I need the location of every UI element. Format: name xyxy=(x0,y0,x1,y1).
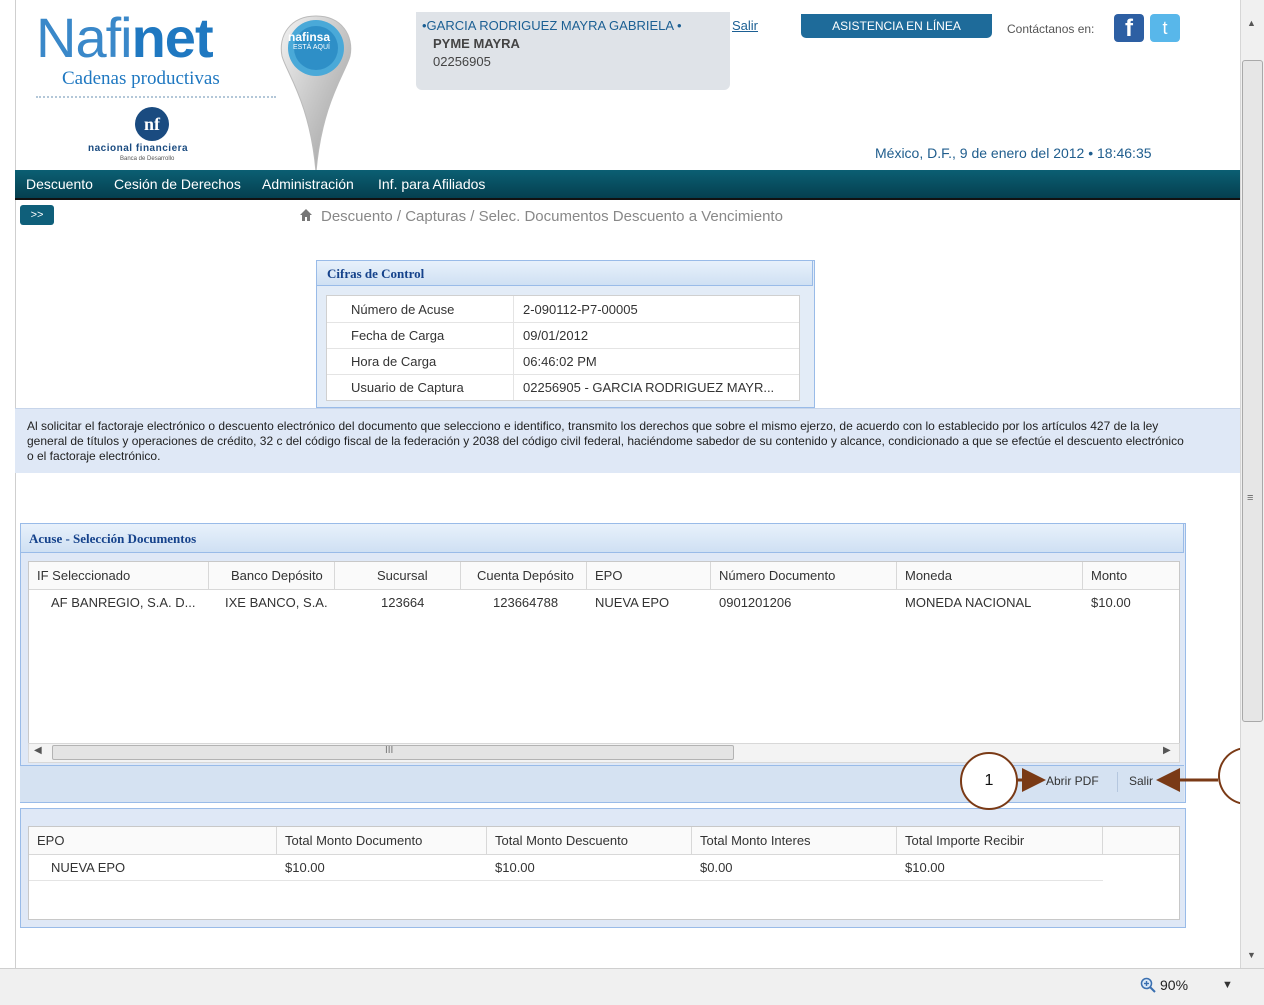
column-header[interactable]: Monto xyxy=(1083,562,1179,590)
scroll-right-icon[interactable]: ▶ xyxy=(1163,745,1171,756)
cifras-row: Hora de Carga 06:46:02 PM xyxy=(327,348,799,375)
scroll-left-icon[interactable]: ◀ xyxy=(34,745,42,756)
scroll-grip: III xyxy=(385,745,394,756)
callout-1: 1 xyxy=(960,752,1018,810)
cifras-label: Hora de Carga xyxy=(351,354,437,369)
column-header[interactable]: Moneda xyxy=(897,562,1083,590)
table-cell: MONEDA NACIONAL xyxy=(905,595,1032,610)
column-header-empty xyxy=(1103,827,1179,855)
breadcrumb: Descuento / Capturas / Selec. Documentos… xyxy=(321,208,783,225)
nav-item-descuento[interactable]: Descuento xyxy=(26,176,93,192)
column-header[interactable]: Cuenta Depósito xyxy=(461,562,587,590)
cifras-label: Número de Acuse xyxy=(351,302,455,317)
nafin-tagline: Banca de Desarrollo xyxy=(120,156,175,162)
cifras-label: Fecha de Carga xyxy=(351,328,445,343)
table-cell: 123664 xyxy=(381,595,425,610)
table-cell: IXE BANCO, S.A. xyxy=(225,595,328,610)
table-cell: $10.00 xyxy=(487,855,692,881)
table-cell: 0901201206 xyxy=(719,595,792,610)
svg-text:nf: nf xyxy=(144,114,161,134)
nav-item-administracion[interactable]: Administración xyxy=(262,176,354,192)
table-cell: AF BANREGIO, S.A. D... xyxy=(51,595,196,610)
pin-sublabel: ESTÁ AQUÍ xyxy=(293,44,330,51)
column-header[interactable]: EPO xyxy=(29,827,277,855)
exit-button[interactable]: Salir xyxy=(1129,774,1153,788)
scroll-down-icon[interactable]: ▼ xyxy=(1247,950,1256,960)
nav-item-inf-afiliados[interactable]: Inf. para Afiliados xyxy=(378,176,485,192)
scroll-up-icon[interactable]: ▲ xyxy=(1247,18,1256,28)
status-bar xyxy=(0,968,1264,1005)
nafin-logo-icon: nf xyxy=(135,107,169,141)
user-company: PYME MAYRA xyxy=(433,36,520,51)
column-header[interactable]: Sucursal xyxy=(335,562,461,590)
zoom-dropdown-icon[interactable]: ▼ xyxy=(1222,979,1233,991)
cifras-row: Fecha de Carga 09/01/2012 xyxy=(327,322,799,349)
cifras-row: Usuario de Captura 02256905 - GARCIA ROD… xyxy=(327,374,799,400)
acuse-title: Acuse - Selección Documentos xyxy=(20,523,1184,553)
contact-label: Contáctanos en: xyxy=(1007,22,1095,36)
user-id: 02256905 xyxy=(433,54,491,69)
sidebar-toggle-button[interactable]: >> xyxy=(20,205,54,225)
column-header[interactable]: Número Documento xyxy=(711,562,897,590)
cifras-value: 02256905 - GARCIA RODRIGUEZ MAYR... xyxy=(523,380,775,395)
nafinet-logo: Nafinet xyxy=(36,6,214,69)
column-header[interactable]: IF Seleccionado xyxy=(29,562,209,590)
online-assistance-button[interactable]: ASISTENCIA EN LÍNEA xyxy=(801,14,992,38)
home-icon[interactable] xyxy=(298,207,314,223)
cifras-value: 09/01/2012 xyxy=(523,328,589,343)
nav-item-cesion-derechos[interactable]: Cesión de Derechos xyxy=(114,176,241,192)
table-cell: $10.00 xyxy=(1091,595,1131,610)
date-time: México, D.F., 9 de enero del 2012 • 18:4… xyxy=(875,145,1152,161)
legal-notice-text: Al solicitar el factoraje electrónico o … xyxy=(27,419,1184,463)
open-pdf-button[interactable]: Abrir PDF xyxy=(1046,774,1099,788)
column-header[interactable]: Total Monto Documento xyxy=(277,827,487,855)
column-header[interactable]: Total Monto Descuento xyxy=(487,827,692,855)
cifras-row: Número de Acuse 2-090112-P7-00005 xyxy=(327,296,799,323)
facebook-icon[interactable]: f xyxy=(1114,14,1144,42)
zoom-level[interactable]: 90% xyxy=(1160,977,1188,993)
cifras-value: 06:46:02 PM xyxy=(523,354,597,369)
column-header[interactable]: Banco Depósito xyxy=(209,562,335,590)
cifras-control-title: Cifras de Control xyxy=(316,260,813,286)
column-header[interactable]: Total Importe Recibir xyxy=(897,827,1103,855)
table-cell: $10.00 xyxy=(277,855,487,881)
main-nav: Descuento Cesión de Derechos Administrac… xyxy=(15,170,1240,200)
nafin-name: nacional financiera xyxy=(88,143,189,154)
pin-label: nafinsa xyxy=(288,30,331,44)
totals-grid: EPO Total Monto Documento Total Monto De… xyxy=(28,826,1180,920)
acuse-grid: IF Seleccionado Banco Depósito Sucursal … xyxy=(28,561,1180,745)
zoom-icon[interactable] xyxy=(1140,977,1156,993)
logout-link[interactable]: Salir xyxy=(732,18,758,33)
vertical-scroll-thumb[interactable] xyxy=(1242,60,1263,722)
cifras-control-table: Número de Acuse 2-090112-P7-00005 Fecha … xyxy=(326,295,800,401)
table-cell: NUEVA EPO xyxy=(595,595,670,610)
user-name: •GARCIA RODRIGUEZ MAYRA GABRIELA • xyxy=(422,18,682,33)
table-cell: 123664788 xyxy=(493,595,559,610)
scroll-grip-icon: ≡ xyxy=(1247,492,1254,504)
twitter-icon[interactable]: t xyxy=(1150,14,1180,42)
table-cell: $0.00 xyxy=(692,855,897,881)
logo-subtitle: Cadenas productivas xyxy=(62,68,220,89)
table-cell: $10.00 xyxy=(897,855,1103,881)
column-header[interactable]: EPO xyxy=(587,562,711,590)
cifras-value: 2-090112-P7-00005 xyxy=(523,302,638,317)
toolbar-divider xyxy=(1117,772,1118,792)
column-header[interactable]: Total Monto Interes xyxy=(692,827,897,855)
logo-divider xyxy=(36,96,276,98)
table-cell: NUEVA EPO xyxy=(29,855,277,881)
cifras-label: Usuario de Captura xyxy=(351,380,464,395)
